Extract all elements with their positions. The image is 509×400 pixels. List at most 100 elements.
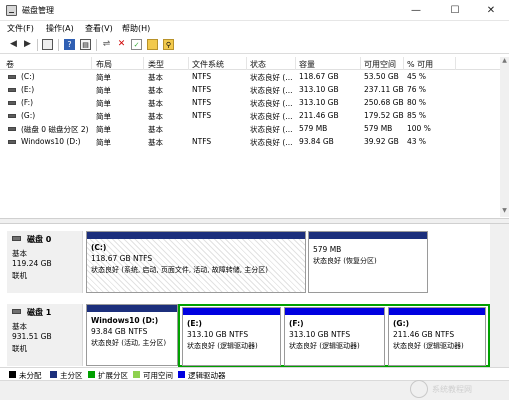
partition-recovery[interactable]: 579 MB 状态良好 (恢复分区) <box>308 231 428 293</box>
partition-g[interactable]: (G:) 211.46 GB NTFS 状态良好 (逻辑驱动器) <box>388 307 486 366</box>
partition-f[interactable]: (F:) 313.10 GB NTFS 状态良好 (逻辑驱动器) <box>284 307 385 366</box>
cell-type: 基本 <box>148 86 163 95</box>
table-row[interactable]: (C:) 简单 基本 NTFS 状态良好 (... 118.67 GB 53.5… <box>0 71 500 83</box>
delete-icon[interactable]: ✕ <box>116 39 127 50</box>
cell-capacity: 118.67 GB <box>299 72 339 81</box>
col-header-volume[interactable]: 卷 <box>6 59 14 70</box>
col-divider[interactable] <box>91 57 92 70</box>
disk-size: 119.24 GB <box>12 259 52 268</box>
cell-volume: Windows10 (D:) <box>21 137 81 146</box>
col-divider[interactable] <box>360 57 361 70</box>
partition-c[interactable]: (C:) 118.67 GB NTFS 状态良好 (系统, 启动, 页面文件, … <box>86 231 306 293</box>
cell-capacity: 93.84 GB <box>299 137 334 146</box>
cell-layout: 简单 <box>96 112 111 121</box>
cell-type: 基本 <box>148 125 163 134</box>
minimize-button[interactable]: — <box>401 0 431 21</box>
partition-size: 93.84 GB NTFS <box>91 327 148 336</box>
cell-layout: 简单 <box>96 99 111 108</box>
volume-list-header: 卷 布局 类型 文件系统 状态 容量 可用空间 % 可用 <box>0 57 500 70</box>
col-divider[interactable] <box>295 57 296 70</box>
menu-help[interactable]: 帮助(H) <box>122 23 150 34</box>
partition-name: (E:) <box>187 319 202 328</box>
cell-status: 状态良好 (... <box>250 73 293 82</box>
table-row[interactable]: (E:) 简单 基本 NTFS 状态良好 (... 313.10 GB 237.… <box>0 84 500 96</box>
cell-free-space: 179.52 GB <box>364 111 404 120</box>
menu-file[interactable]: 文件(F) <box>7 23 34 34</box>
cell-volume: (G:) <box>21 111 36 120</box>
cell-filesystem: NTFS <box>192 85 212 94</box>
col-header-layout[interactable]: 布局 <box>96 59 112 70</box>
checklist-icon[interactable]: ✓ <box>131 39 142 50</box>
toolbar-separator <box>37 39 38 51</box>
col-divider[interactable] <box>143 57 144 70</box>
back-icon[interactable]: ◀ <box>8 39 19 50</box>
table-row[interactable]: (G:) 简单 基本 NTFS 状态良好 (... 211.46 GB 179.… <box>0 110 500 122</box>
col-divider[interactable] <box>455 57 456 70</box>
partition-name: (F:) <box>289 319 304 328</box>
watermark-text: 系统教程网 <box>432 385 472 394</box>
graphical-view-scrollbar[interactable] <box>490 224 509 367</box>
col-divider[interactable] <box>403 57 404 70</box>
cell-status: 状态良好 (... <box>250 138 293 147</box>
connect-icon[interactable]: ⇌ <box>101 39 112 50</box>
col-header-percent-free[interactable]: % 可用 <box>407 59 433 70</box>
scroll-down-icon[interactable]: ▼ <box>500 207 509 217</box>
partition-status: 状态良好 (逻辑驱动器) <box>187 342 258 350</box>
partition-status: 状态良好 (系统, 启动, 页面文件, 活动, 故障转储, 主分区) <box>91 266 268 274</box>
window-title: 磁盘管理 <box>22 6 54 15</box>
partition-body: (G:) 211.46 GB NTFS 状态良好 (逻辑驱动器) <box>389 315 485 365</box>
forward-icon[interactable]: ▶ <box>22 39 33 50</box>
properties-icon[interactable]: ▤ <box>80 39 91 50</box>
cell-free-space: 237.11 GB <box>364 85 404 94</box>
legend-swatch-extended <box>88 371 95 378</box>
cell-volume: (E:) <box>21 85 35 94</box>
partition-size: 118.67 GB NTFS <box>91 254 153 263</box>
logical-drive-bar <box>183 308 280 315</box>
title-bar: 磁盘管理 — ☐ ✕ <box>0 0 509 21</box>
volume-icon <box>8 88 16 92</box>
partition-d[interactable]: Windows10 (D:) 93.84 GB NTFS 状态良好 (活动, 主… <box>86 304 178 366</box>
col-header-free-space[interactable]: 可用空间 <box>364 59 396 70</box>
cell-capacity: 579 MB <box>299 124 328 133</box>
volume-list-scrollbar[interactable]: ▲ ▼ <box>500 57 509 217</box>
col-header-type[interactable]: 类型 <box>148 59 164 70</box>
col-header-capacity[interactable]: 容量 <box>299 59 315 70</box>
partition-size: 313.10 GB NTFS <box>289 330 351 339</box>
cell-volume: (磁盘 0 磁盘分区 2) <box>21 125 89 134</box>
col-divider[interactable] <box>188 57 189 70</box>
partition-status: 状态良好 (活动, 主分区) <box>91 339 167 347</box>
legend-swatch-logical <box>178 371 185 378</box>
console-tree-icon[interactable] <box>42 39 53 50</box>
table-row[interactable]: Windows10 (D:) 简单 基本 NTFS 状态良好 (... 93.8… <box>0 136 500 148</box>
volume-icon <box>8 127 16 131</box>
col-header-status[interactable]: 状态 <box>250 59 266 70</box>
help-icon[interactable]: ? <box>64 39 75 50</box>
disk-name: 磁盘 0 <box>27 235 52 244</box>
partition-size: 211.46 GB NTFS <box>393 330 455 339</box>
maximize-button[interactable]: ☐ <box>440 0 470 21</box>
menu-action[interactable]: 操作(A) <box>46 23 74 34</box>
disk-1-label[interactable]: 磁盘 1 基本 931.51 GB 联机 <box>7 304 83 366</box>
scroll-up-icon[interactable]: ▲ <box>500 57 509 67</box>
disk-status: 联机 <box>12 271 27 280</box>
folder-icon[interactable] <box>147 39 158 50</box>
cell-free-space: 579 MB <box>364 124 393 133</box>
cell-percent-free: 80 % <box>407 98 427 107</box>
disk-status: 联机 <box>12 344 27 353</box>
menu-view[interactable]: 查看(V) <box>85 23 113 34</box>
cell-free-space: 250.68 GB <box>364 98 404 107</box>
cell-capacity: 313.10 GB <box>299 85 339 94</box>
table-row[interactable]: (磁盘 0 磁盘分区 2) 简单 基本 状态良好 (... 579 MB 579… <box>0 123 500 135</box>
cell-type: 基本 <box>148 99 163 108</box>
cell-type: 基本 <box>148 112 163 121</box>
logical-drive-bar <box>389 308 485 315</box>
close-button[interactable]: ✕ <box>476 0 506 21</box>
col-header-filesystem[interactable]: 文件系统 <box>192 59 224 70</box>
col-divider[interactable] <box>246 57 247 70</box>
folder-search-icon[interactable]: ⚲ <box>163 39 174 50</box>
disk-0-label[interactable]: 磁盘 0 基本 119.24 GB 联机 <box>7 231 83 293</box>
table-row[interactable]: (F:) 简单 基本 NTFS 状态良好 (... 313.10 GB 250.… <box>0 97 500 109</box>
cell-layout: 简单 <box>96 125 111 134</box>
partition-e[interactable]: (E:) 313.10 GB NTFS 状态良好 (逻辑驱动器) <box>182 307 281 366</box>
cell-layout: 简单 <box>96 73 111 82</box>
